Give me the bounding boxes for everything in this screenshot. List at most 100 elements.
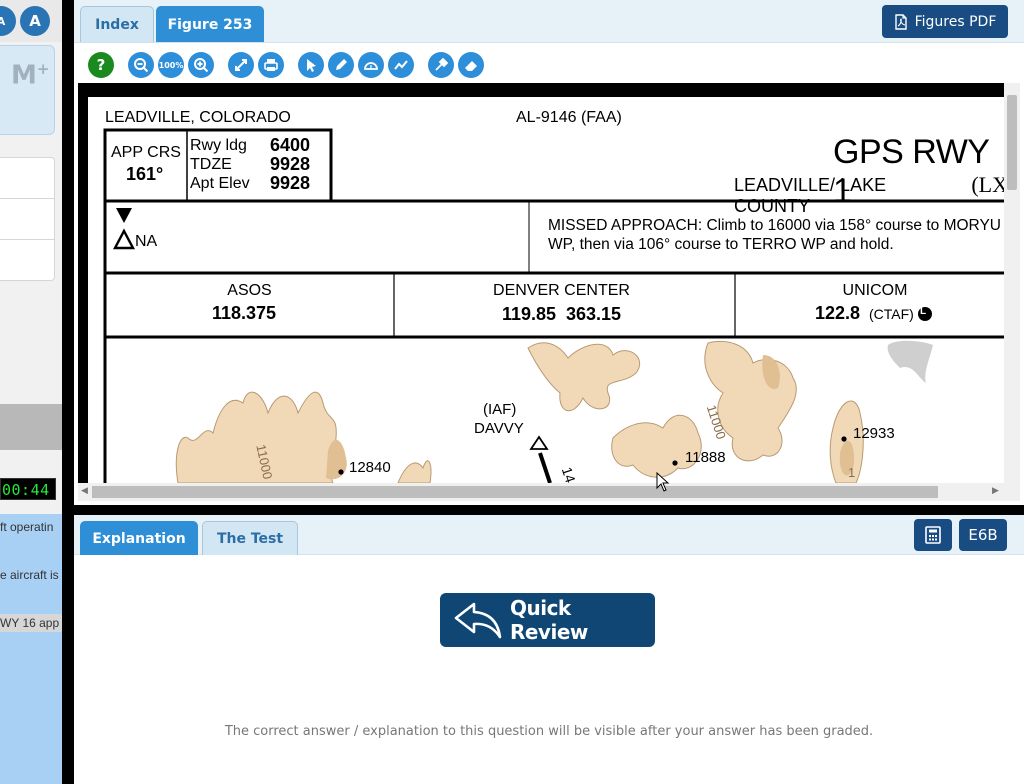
explanation-note: The correct answer / explanation to this…: [224, 724, 874, 739]
zoom-out-button[interactable]: [128, 52, 154, 78]
tab-the-test[interactable]: The Test: [202, 521, 298, 555]
iaf-label: (IAF): [483, 401, 517, 418]
help-icon: ?: [96, 56, 106, 74]
mouse-cursor-icon: [656, 472, 670, 492]
fix-davvy-label: DAVVY: [474, 420, 524, 437]
protractor-button[interactable]: [358, 52, 384, 78]
help-button[interactable]: ?: [88, 52, 114, 78]
horizontal-scroll-thumb[interactable]: [92, 486, 938, 498]
pointer-icon: [307, 59, 316, 72]
question-snippet[interactable]: e aircraft is: [0, 568, 59, 582]
font-size-controls: A A: [0, 0, 62, 42]
missed-approach-line2: WP, then via 106° course to TERRO WP and…: [548, 236, 894, 253]
quick-review-label: Quick Review: [509, 596, 588, 644]
chart-location: LEADVILLE, COLORADO: [105, 109, 291, 126]
line-icon: [394, 60, 408, 70]
question-snippet[interactable]: ft operatin: [0, 520, 53, 534]
spot-elevation-12840: 12840: [349, 459, 391, 476]
scroll-left-icon[interactable]: ◀: [81, 486, 88, 496]
protractor-icon: [364, 62, 378, 70]
calculator-button[interactable]: [914, 519, 952, 551]
asos-label: ASOS: [227, 282, 272, 299]
print-button[interactable]: [258, 52, 284, 78]
eyedropper-button[interactable]: [428, 52, 454, 78]
pointer-button[interactable]: [298, 52, 324, 78]
answer-row[interactable]: [0, 158, 54, 199]
question-list: ft operatin e aircraft is WY 16 app: [0, 514, 62, 784]
e6b-label: E6B: [968, 526, 998, 544]
chart-airport-code: (LX: [971, 172, 1008, 197]
print-icon: [264, 59, 278, 71]
font-increase-button[interactable]: A: [20, 6, 50, 36]
missed-approach-line1: MISSED APPROACH: Climb to 16000 via 158°…: [548, 217, 1002, 234]
approach-chart: LEADVILLE, COLORADO AL-9146 (FAA) GPS RW…: [88, 93, 1008, 483]
explanation-panel: Explanation The Test E6B Quick Review Th…: [74, 515, 1024, 784]
answer-row[interactable]: [0, 199, 54, 240]
figures-pdf-button[interactable]: Figures PDF: [882, 5, 1008, 38]
horizontal-scrollbar[interactable]: ◀ ▶: [78, 483, 1020, 501]
apt-elev-label: Apt Elev: [190, 175, 250, 192]
e6b-button[interactable]: E6B: [959, 519, 1007, 551]
zoom-100-icon: 100%: [158, 60, 184, 70]
answer-row[interactable]: [0, 240, 54, 281]
zoom-in-button[interactable]: [188, 52, 214, 78]
vertical-scroll-thumb[interactable]: [1007, 95, 1017, 190]
fit-icon: [235, 59, 247, 71]
zoom-out-icon: [134, 58, 149, 73]
tab-figure-253[interactable]: Figure 253: [156, 6, 264, 42]
scroll-right-icon[interactable]: ▶: [992, 486, 999, 496]
apt-elev-value: 9928: [270, 173, 311, 193]
chart-procedure-id: AL-9146 (FAA): [516, 109, 622, 126]
unicom-freq: 122.8: [815, 303, 861, 323]
alternate-na-label: NA: [135, 233, 158, 250]
tab-explanation[interactable]: Explanation: [80, 521, 198, 555]
app-crs-label: APP CRS: [111, 144, 181, 161]
vertical-scrollbar[interactable]: [1004, 83, 1020, 483]
eyedropper-icon: [435, 57, 449, 71]
font-decrease-button[interactable]: A: [0, 6, 16, 36]
pencil-icon: [336, 59, 347, 70]
denver-center-freq: 119.85 363.15: [501, 304, 622, 324]
eraser-icon: [465, 61, 477, 71]
pdf-file-icon: [894, 13, 907, 30]
quick-review-button[interactable]: Quick Review: [440, 593, 655, 647]
line-button[interactable]: [388, 52, 414, 78]
chart-airport-name: LEADVILLE/ LAKE COUNTY: [734, 175, 887, 216]
answer-list: [0, 157, 55, 281]
mark-plus: +: [36, 60, 50, 78]
unicom-label: UNICOM: [842, 282, 908, 299]
asos-freq: 118.375: [211, 303, 277, 323]
spot-elevation-11888: 11888: [685, 449, 726, 466]
figures-pdf-label: Figures PDF: [914, 13, 997, 30]
calculator-icon: [925, 526, 941, 544]
figure-tabbar: Index Figure 253 Figures PDF: [74, 0, 1024, 43]
rwy-ldg-value: 6400: [270, 135, 311, 155]
rwy-ldg-label: Rwy ldg: [190, 137, 247, 154]
fit-button[interactable]: [228, 52, 254, 78]
figure-panel: Index Figure 253 Figures PDF ? 100% LEAD…: [74, 0, 1024, 505]
reply-arrow-icon: [454, 602, 502, 639]
denver-center-label: DENVER CENTER: [493, 282, 630, 299]
question-snippet-selected[interactable]: WY 16 app: [0, 614, 62, 632]
font-decrease-label: A: [0, 14, 6, 28]
zoom-100-button[interactable]: 100%: [158, 52, 184, 78]
tab-index[interactable]: Index: [80, 6, 154, 42]
app-crs-value: 161°: [126, 164, 164, 184]
panel-splitter[interactable]: [74, 505, 1024, 515]
tdze-value: 9928: [270, 154, 311, 174]
chart-airport-line: LEADVILLE/ LAKE COUNTY (LX: [734, 172, 1008, 217]
explanation-tabbar: Explanation The Test E6B: [74, 515, 1024, 555]
mark-question-button[interactable]: M+: [0, 45, 55, 135]
spot-elevation-12933: 12933: [853, 425, 895, 442]
pencil-button[interactable]: [328, 52, 354, 78]
timer-display: 00:44: [0, 478, 56, 500]
eraser-button[interactable]: [458, 52, 484, 78]
gray-bar: [0, 404, 62, 450]
ctaf-badge: L: [920, 306, 927, 317]
figure-viewer[interactable]: LEADVILLE, COLORADO AL-9146 (FAA) GPS RW…: [78, 83, 1020, 501]
left-question-panel: A A M+ 00:44 ft operatin e aircraft is W…: [0, 0, 62, 784]
figure-toolbar: ? 100%: [74, 48, 1024, 80]
zoom-in-icon: [194, 58, 209, 73]
contour-label-partial: 1: [848, 465, 856, 480]
unicom-ctaf: (CTAF): [869, 306, 914, 322]
